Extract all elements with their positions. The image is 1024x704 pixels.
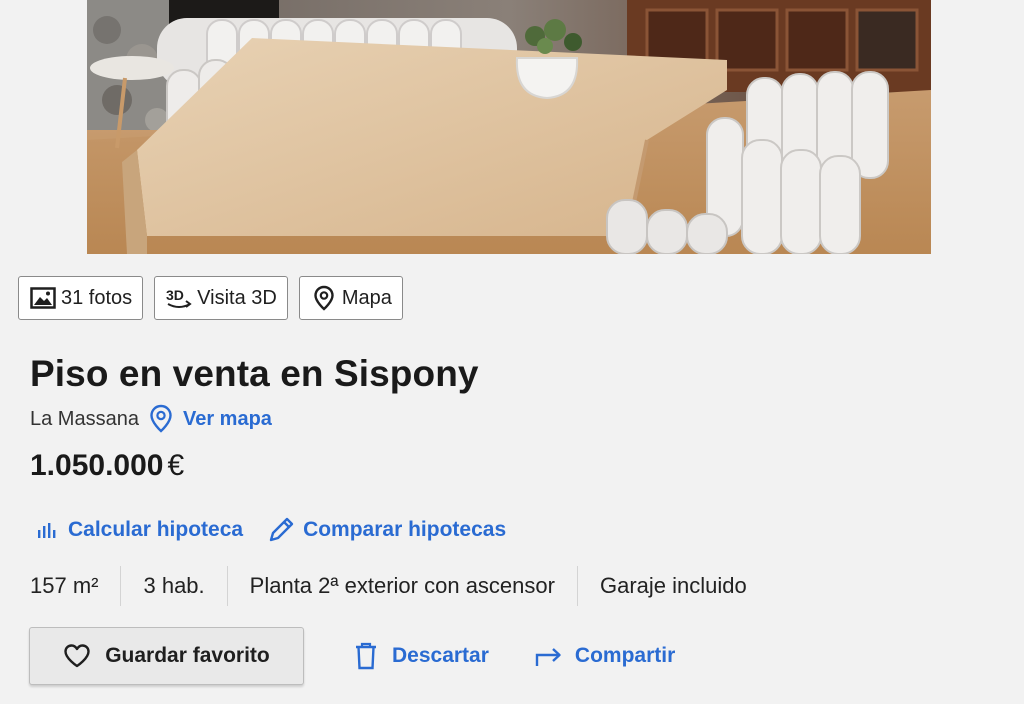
view-map-link[interactable]: Ver mapa	[183, 408, 272, 431]
feature-rooms: 3 hab.	[120, 566, 226, 606]
save-favorite-label: Guardar favorito	[105, 644, 270, 667]
virtual-tour-button-label: Visita 3D	[197, 286, 277, 309]
calculate-mortgage-label: Calcular hipoteca	[68, 518, 244, 541]
dining-room-photo	[87, 0, 931, 254]
listing-features: 157 m² 3 hab. Planta 2ª exterior con asc…	[30, 566, 769, 606]
share-arrow-icon	[533, 640, 565, 672]
listing-location: La Massana Ver mapa	[30, 404, 272, 434]
map-pin-icon[interactable]	[149, 404, 175, 434]
discard-label: Descartar	[392, 644, 489, 667]
map-button[interactable]: Mapa	[298, 276, 403, 320]
heart-icon	[63, 643, 91, 669]
photos-button[interactable]: 31 fotos	[18, 276, 144, 320]
photo-strip	[0, 0, 1024, 254]
3d-tour-icon: 3D	[165, 284, 193, 312]
discard-button[interactable]: Descartar	[350, 640, 489, 672]
share-button[interactable]: Compartir	[533, 640, 675, 672]
calculate-mortgage-link[interactable]: Calcular hipoteca	[30, 514, 243, 546]
map-button-label: Mapa	[341, 286, 392, 309]
compare-mortgages-link[interactable]: Comparar hipotecas	[265, 514, 506, 546]
photos-button-label: 31 fotos	[61, 286, 133, 309]
feature-garage: Garaje incluido	[576, 566, 769, 606]
feature-area: 157 m²	[30, 573, 99, 598]
compare-mortgages-label: Comparar hipotecas	[303, 518, 507, 541]
share-label: Compartir	[574, 644, 676, 667]
bar-chart-icon	[30, 514, 62, 546]
listing-title: Piso en venta en Sispony	[30, 353, 479, 394]
save-favorite-button[interactable]: Guardar favorito	[29, 627, 304, 685]
map-pin-icon	[310, 284, 338, 312]
price-currency: €	[167, 449, 185, 482]
media-toolbar: 31 fotos 3D Visita 3D Mapa	[18, 276, 403, 320]
trash-icon	[350, 640, 382, 672]
pencil-icon	[265, 514, 297, 546]
listing-main-photo[interactable]	[87, 0, 931, 254]
mortgage-links: Calcular hipoteca Comparar hipotecas	[30, 514, 506, 546]
listing-actions: Guardar favorito Descartar Compartir	[29, 627, 675, 685]
feature-floor: Planta 2ª exterior con ascensor	[226, 566, 577, 606]
location-city: La Massana	[30, 407, 139, 430]
price-amount: 1.050.000	[30, 449, 164, 482]
image-icon	[29, 284, 57, 312]
virtual-tour-button[interactable]: 3D Visita 3D	[154, 276, 288, 320]
listing-price: 1.050.000 €	[30, 449, 184, 483]
svg-text:3D: 3D	[166, 287, 184, 303]
